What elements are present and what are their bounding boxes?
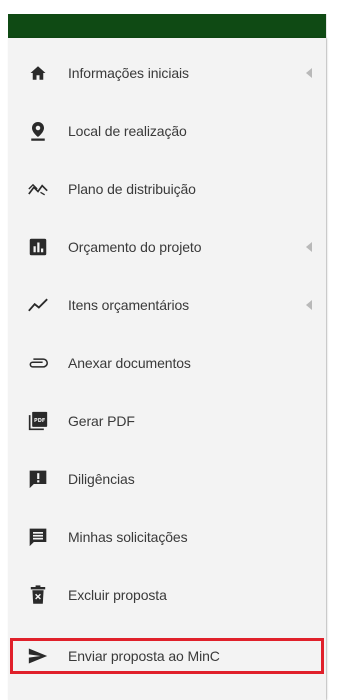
- message-icon: [28, 527, 48, 547]
- trending-line-icon: [28, 295, 48, 315]
- distribution-icon: [28, 179, 48, 199]
- sidebar-item-label: Diligências: [68, 471, 135, 487]
- sidebar-menu: Informações iniciais Local de realização…: [8, 38, 326, 700]
- sidebar-item-enviar-proposta[interactable]: Enviar proposta ao MinC: [10, 638, 324, 674]
- chevron-left-icon: [306, 242, 312, 252]
- sidebar-item-informacoes-iniciais[interactable]: Informações iniciais: [8, 58, 326, 88]
- svg-text:PDF: PDF: [34, 418, 45, 424]
- sidebar-item-label: Excluir proposta: [68, 587, 167, 603]
- chevron-left-icon: [306, 68, 312, 78]
- pdf-icon: PDF: [28, 411, 48, 431]
- send-icon: [28, 646, 48, 666]
- sidebar-item-label: Enviar proposta ao MinC: [68, 648, 220, 664]
- sidebar-item-label: Plano de distribuição: [68, 181, 196, 197]
- sidebar-item-orcamento-do-projeto[interactable]: Orçamento do projeto: [8, 232, 326, 262]
- sidebar-item-label: Anexar documentos: [68, 355, 191, 371]
- sidebar-item-label: Itens orçamentários: [68, 297, 190, 313]
- chevron-left-icon: [306, 300, 312, 310]
- sidebar-item-excluir-proposta[interactable]: Excluir proposta: [8, 580, 326, 610]
- sidebar-divider: [326, 14, 327, 700]
- sidebar-item-plano-de-distribuicao[interactable]: Plano de distribuição: [8, 174, 326, 204]
- home-icon: [28, 63, 48, 83]
- trash-icon: [28, 585, 48, 605]
- alert-box-icon: [28, 469, 48, 489]
- paperclip-icon: [28, 353, 48, 373]
- sidebar-item-gerar-pdf[interactable]: PDF Gerar PDF: [8, 406, 326, 436]
- sidebar-item-local-de-realizacao[interactable]: Local de realização: [8, 116, 326, 146]
- header-bar: [8, 14, 326, 38]
- page: Informações iniciais Local de realização…: [0, 0, 344, 700]
- sidebar-item-diligencias[interactable]: Diligências: [8, 464, 326, 494]
- sidebar-item-minhas-solicitacoes[interactable]: Minhas solicitações: [8, 522, 326, 552]
- bar-chart-icon: [28, 237, 48, 257]
- sidebar-item-label: Gerar PDF: [68, 413, 135, 429]
- sidebar-item-label: Orçamento do projeto: [68, 239, 202, 255]
- sidebar-item-label: Local de realização: [68, 123, 187, 139]
- sidebar-item-label: Informações iniciais: [68, 65, 189, 81]
- location-pin-icon: [28, 121, 48, 141]
- sidebar-item-itens-orcamentarios[interactable]: Itens orçamentários: [8, 290, 326, 320]
- sidebar-item-label: Minhas solicitações: [68, 529, 188, 545]
- sidebar-item-anexar-documentos[interactable]: Anexar documentos: [8, 348, 326, 378]
